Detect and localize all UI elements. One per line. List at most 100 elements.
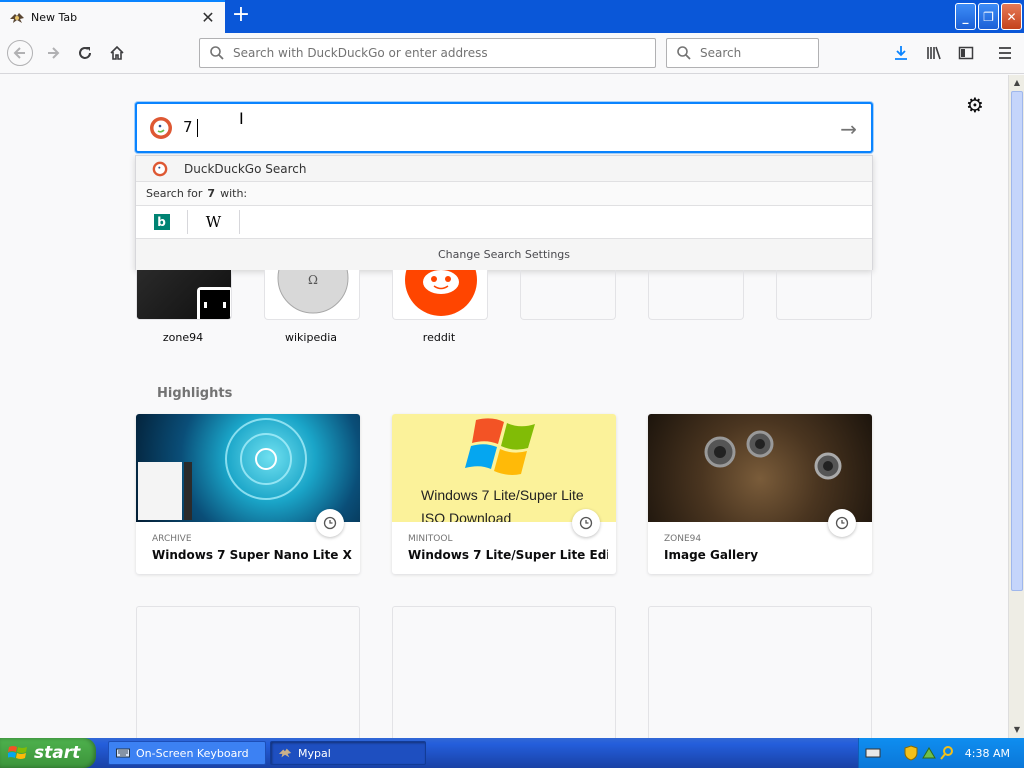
minimize-button[interactable]: _: [955, 3, 976, 30]
ibeam-cursor-icon: I: [239, 109, 244, 128]
close-window-button[interactable]: ✕: [1001, 3, 1022, 30]
top-site-reddit[interactable]: [392, 270, 488, 320]
system-tray: 4:38 AM: [858, 738, 1024, 768]
mypal-icon: [278, 748, 292, 758]
card-title: Windows 7 Lite/Super Lite Editio...: [408, 548, 608, 562]
tab-strip: New Tab ✕ + _ ❐ ✕: [0, 0, 1024, 33]
card-source: ARCHIVE: [152, 534, 192, 544]
start-button[interactable]: start: [0, 738, 96, 768]
top-site-label: wikipedia: [284, 331, 337, 344]
search-suggestions-dropdown: DuckDuckGo Search Search for 7 with: b W…: [135, 155, 873, 270]
duckduckgo-icon: [152, 161, 168, 176]
navigation-toolbar: Search with DuckDuckGo or enter address …: [0, 33, 1024, 74]
change-search-settings-button[interactable]: Change Search Settings: [136, 239, 872, 270]
download-icon[interactable]: [889, 41, 913, 65]
engine-bing-button[interactable]: b: [136, 210, 188, 234]
scroll-down-icon[interactable]: ▼: [1010, 723, 1024, 737]
task-label: Mypal: [298, 746, 331, 760]
task-on-screen-keyboard[interactable]: On-Screen Keyboard: [108, 741, 266, 765]
forward-icon[interactable]: [41, 41, 65, 65]
card-thumbnail: Windows 7 Lite/Super Lite ISO Download: [392, 414, 616, 522]
scroll-up-icon[interactable]: ▲: [1010, 76, 1024, 90]
clock-icon: [316, 509, 344, 537]
tab-title: New Tab: [31, 11, 78, 24]
gear-icon[interactable]: ⚙: [966, 93, 984, 117]
search-icon: [677, 46, 691, 60]
top-site-label: reddit: [422, 331, 456, 344]
search-for-with-row: Search for 7 with:: [136, 182, 872, 206]
highlight-card[interactable]: ZONE94 Image Gallery: [648, 414, 872, 574]
top-site-empty: [776, 270, 872, 320]
top-site-empty: [520, 270, 616, 320]
card-source: MINITOOL: [408, 534, 453, 544]
duckduckgo-icon: [150, 116, 172, 139]
search-placeholder: Search: [700, 46, 742, 60]
bing-icon: b: [153, 214, 170, 230]
suggestion-duckduckgo[interactable]: DuckDuckGo Search: [136, 156, 872, 182]
address-placeholder: Search with DuckDuckGo or enter address: [233, 46, 488, 60]
card-thumbnail: [648, 414, 872, 522]
back-icon[interactable]: [7, 40, 33, 66]
search-for-prefix: Search for: [146, 187, 203, 200]
maximize-button[interactable]: ❐: [978, 3, 999, 30]
task-mypal[interactable]: Mypal: [270, 741, 426, 765]
vertical-scrollbar[interactable]: ▲ ▼: [1008, 75, 1024, 738]
highlight-card[interactable]: ARCHIVE Windows 7 Super Nano Lite X86 ..…: [136, 414, 360, 574]
card-image-graphic: [704, 430, 842, 480]
clock-icon: [572, 509, 600, 537]
go-arrow-icon[interactable]: →: [840, 117, 857, 141]
page-search-input[interactable]: 7 →: [135, 102, 873, 153]
search-typed-text: 7: [183, 118, 198, 137]
top-site-zone94[interactable]: [136, 270, 232, 320]
top-site-label: zone94: [162, 331, 204, 344]
search-bar[interactable]: Search: [666, 38, 819, 68]
keyboard-icon: [116, 748, 130, 758]
sidebar-icon[interactable]: [954, 41, 978, 65]
wikipedia-globe-icon: Ω: [277, 270, 349, 314]
scrollbar-thumb[interactable]: [1011, 91, 1023, 591]
card-title: Image Gallery: [664, 548, 759, 562]
search-for-term: 7: [207, 187, 216, 200]
card-thumbnail: [136, 414, 360, 522]
tab-close-icon[interactable]: ✕: [199, 8, 217, 27]
windows-flag-icon: [8, 746, 27, 759]
windows-taskbar: start On-Screen Keyboard Mypal 4:38 AM: [0, 738, 1024, 768]
card-image-graphic: [138, 418, 307, 520]
network-icon[interactable]: [921, 745, 937, 761]
search-for-suffix: with:: [220, 187, 248, 200]
task-label: On-Screen Keyboard: [136, 746, 249, 760]
clock-icon: [828, 509, 856, 537]
engine-wikipedia-button[interactable]: W: [188, 210, 240, 234]
highlight-card[interactable]: Windows 7 Lite/Super Lite ISO Download M…: [392, 414, 616, 574]
security-shield-icon[interactable]: [903, 745, 919, 761]
taskbar-clock: 4:38 AM: [964, 746, 1010, 760]
highlights-heading: Highlights: [157, 386, 233, 401]
text-caret: [196, 118, 198, 137]
highlight-placeholder: [136, 606, 360, 738]
address-bar[interactable]: Search with DuckDuckGo or enter address: [199, 38, 656, 68]
home-icon[interactable]: [105, 41, 129, 65]
reddit-icon: [405, 270, 477, 316]
top-site-empty: [648, 270, 744, 320]
reload-icon[interactable]: [73, 41, 97, 65]
highlight-placeholder: [648, 606, 872, 738]
suggestion-label: DuckDuckGo Search: [184, 161, 307, 176]
top-site-wikipedia[interactable]: Ω: [264, 270, 360, 320]
new-tab-button[interactable]: +: [229, 4, 253, 28]
mypal-icon: [10, 12, 24, 23]
keyboard-tray-icon[interactable]: [865, 745, 881, 761]
menu-icon[interactable]: [993, 41, 1017, 65]
library-icon[interactable]: [922, 41, 946, 65]
card-title: Windows 7 Super Nano Lite X86 ...: [152, 548, 352, 562]
zone94-logo: [197, 287, 231, 319]
highlight-placeholder: [392, 606, 616, 738]
one-off-engines: b W: [136, 206, 872, 239]
search-tray-icon[interactable]: [939, 745, 955, 761]
window-controls: _ ❐ ✕: [955, 3, 1022, 30]
card-source: ZONE94: [664, 534, 702, 544]
start-label: start: [34, 743, 81, 763]
tab-new-tab[interactable]: New Tab ✕: [0, 0, 225, 33]
svg-text:Ω: Ω: [308, 273, 318, 287]
search-icon: [210, 46, 224, 60]
wikipedia-icon: W: [205, 213, 222, 231]
